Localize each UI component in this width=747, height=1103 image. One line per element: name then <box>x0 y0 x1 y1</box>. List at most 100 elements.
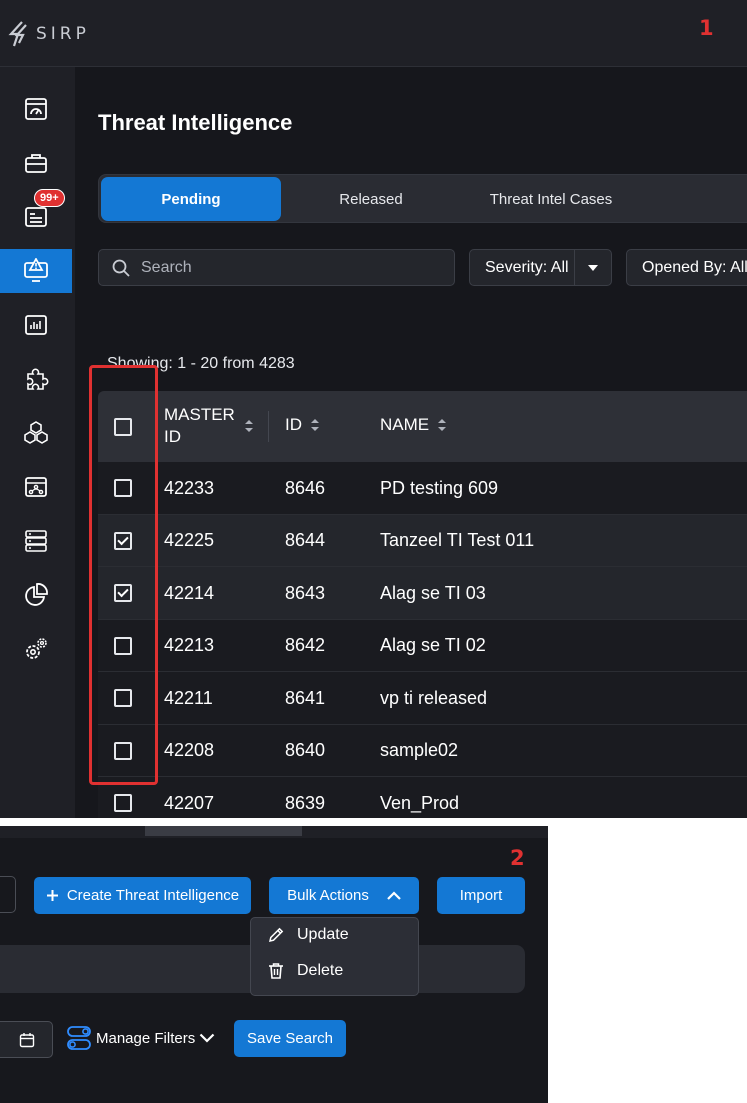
sidebar-item-assets[interactable] <box>0 411 72 455</box>
chevron-down-icon <box>199 1033 215 1043</box>
sidebar-item-threat-intel[interactable] <box>0 249 72 293</box>
bulk-actions-menu: Update Delete <box>250 917 419 996</box>
row-checkbox[interactable] <box>114 636 132 655</box>
results-count: Showing: 1 - 20 from 4283 <box>107 355 295 372</box>
import-button[interactable]: Import <box>437 877 525 914</box>
filter-control-edge[interactable] <box>0 876 16 913</box>
reports-icon <box>25 315 47 335</box>
row-checkbox-checked[interactable] <box>114 584 132 602</box>
sidebar-item-workflow[interactable] <box>0 465 72 509</box>
row-name[interactable]: sample02 <box>380 725 458 777</box>
top-bar: SIRP 1 <box>0 0 747 67</box>
menu-item-delete-label: Delete <box>297 962 344 979</box>
import-button-label: Import <box>459 887 503 904</box>
row-id: 8642 <box>285 635 326 655</box>
tab-released[interactable]: Released <box>281 177 461 221</box>
toggle-filters-icon <box>67 1026 91 1050</box>
row-name[interactable]: Alag se TI 02 <box>380 620 486 672</box>
row-master-id: 42233 <box>164 477 215 498</box>
dashboard-icon <box>25 98 47 120</box>
column-name-label: NAME <box>380 415 430 434</box>
severity-filter-label: Severity: All <box>485 258 569 276</box>
table-row[interactable]: 42225 8644 Tanzeel TI Test 011 <box>98 514 747 567</box>
table-row[interactable]: 42214 8643 Alag se TI 03 <box>98 567 747 620</box>
trash-icon <box>269 963 283 979</box>
table-row[interactable]: 42208 8640 sample02 <box>98 724 747 777</box>
row-checkbox[interactable] <box>114 689 132 707</box>
table-row[interactable]: 42207 8639 Ven_Prod <box>98 777 747 818</box>
sidebar-item-settings[interactable] <box>0 627 72 671</box>
sidebar-item-reports[interactable] <box>0 303 72 347</box>
menu-item-delete[interactable]: Delete <box>267 962 343 980</box>
column-master-id[interactable]: MASTER ID <box>164 404 264 448</box>
step-number-1: 1 <box>699 16 714 40</box>
sidebar-item-cases[interactable] <box>0 141 72 185</box>
workflow-icon <box>25 477 47 497</box>
menu-item-update[interactable]: Update <box>267 926 349 944</box>
tab-bar: Pending Released Threat Intel Cases <box>98 174 747 223</box>
column-id[interactable]: ID <box>285 415 320 435</box>
screenshot-panel-1: SIRP 1 99+ Threat Intelligence Pending R… <box>0 0 747 818</box>
row-id: 8644 <box>285 530 326 550</box>
opened-by-filter[interactable]: Opened By: All <box>626 249 747 286</box>
bulk-actions-label: Bulk Actions <box>287 887 369 904</box>
row-master-id: 42213 <box>164 635 215 655</box>
page-title: Threat Intelligence <box>98 110 293 135</box>
save-search-button[interactable]: Save Search <box>234 1020 346 1057</box>
row-name[interactable]: vp ti released <box>380 672 487 724</box>
sort-icon <box>244 419 254 433</box>
row-name[interactable]: PD testing 609 <box>380 462 498 514</box>
tab-indicator <box>145 826 302 836</box>
threat-intel-icon <box>24 258 48 282</box>
column-divider <box>268 411 269 442</box>
row-name[interactable]: Alag se TI 03 <box>380 567 486 619</box>
sidebar-item-integrations[interactable] <box>0 357 72 401</box>
severity-filter[interactable]: Severity: All <box>469 249 612 286</box>
table-row[interactable]: 42211 8641 vp ti released <box>98 672 747 725</box>
tab-threat-intel-cases[interactable]: Threat Intel Cases <box>461 177 641 221</box>
pencil-icon <box>269 927 284 942</box>
chevron-up-icon <box>387 891 401 900</box>
cubes-icon <box>24 421 48 444</box>
severity-dropdown-toggle[interactable] <box>574 250 611 285</box>
row-checkbox[interactable] <box>114 479 132 497</box>
sidebar-item-data[interactable] <box>0 519 72 563</box>
create-threat-intel-button[interactable]: Create Threat Intelligence <box>34 877 251 914</box>
app-logo[interactable]: SIRP <box>8 21 90 47</box>
create-button-label: Create Threat Intelligence <box>66 887 240 904</box>
row-checkbox[interactable] <box>114 794 132 812</box>
row-checkbox[interactable] <box>114 741 132 760</box>
column-name[interactable]: NAME <box>380 415 447 435</box>
row-name[interactable]: Tanzeel TI Test 011 <box>380 515 534 567</box>
pie-chart-icon <box>25 583 48 606</box>
row-checkbox-checked[interactable] <box>114 531 132 550</box>
date-picker[interactable] <box>0 1021 53 1058</box>
sort-icon <box>437 418 447 432</box>
table-header: MASTER ID ID NAME <box>98 391 747 462</box>
sidebar-item-incidents[interactable]: 99+ <box>0 189 72 239</box>
bulk-actions-button[interactable]: Bulk Actions <box>269 877 419 914</box>
manage-filters-label: Manage Filters <box>96 1029 196 1047</box>
notification-badge: 99+ <box>34 189 65 207</box>
database-icon <box>25 530 47 552</box>
sidebar-item-dashboard[interactable] <box>0 87 72 131</box>
row-id: 8646 <box>285 477 326 498</box>
select-all-checkbox[interactable] <box>114 418 132 436</box>
main-content: Threat Intelligence Pending Released Thr… <box>75 67 747 818</box>
sort-icon <box>310 418 320 432</box>
calendar-icon <box>19 1032 34 1047</box>
save-search-label: Save Search <box>247 1030 333 1047</box>
search-input[interactable] <box>141 258 441 277</box>
manage-filters-toggle[interactable]: Manage Filters <box>66 1025 215 1051</box>
row-id: 8639 <box>285 792 326 813</box>
tab-pending[interactable]: Pending <box>101 177 281 221</box>
table-row[interactable]: 42213 8642 Alag se TI 02 <box>98 619 747 672</box>
brand-name: SIRP <box>36 24 90 44</box>
search-box <box>98 249 455 286</box>
row-name[interactable]: Ven_Prod <box>380 777 459 818</box>
table-row[interactable]: 42233 8646 PD testing 609 <box>98 462 747 515</box>
briefcase-icon <box>25 154 47 173</box>
opened-by-filter-label: Opened By: All <box>642 258 747 276</box>
column-master-id-label: MASTER ID <box>164 405 235 446</box>
sidebar-item-analytics[interactable] <box>0 573 72 617</box>
